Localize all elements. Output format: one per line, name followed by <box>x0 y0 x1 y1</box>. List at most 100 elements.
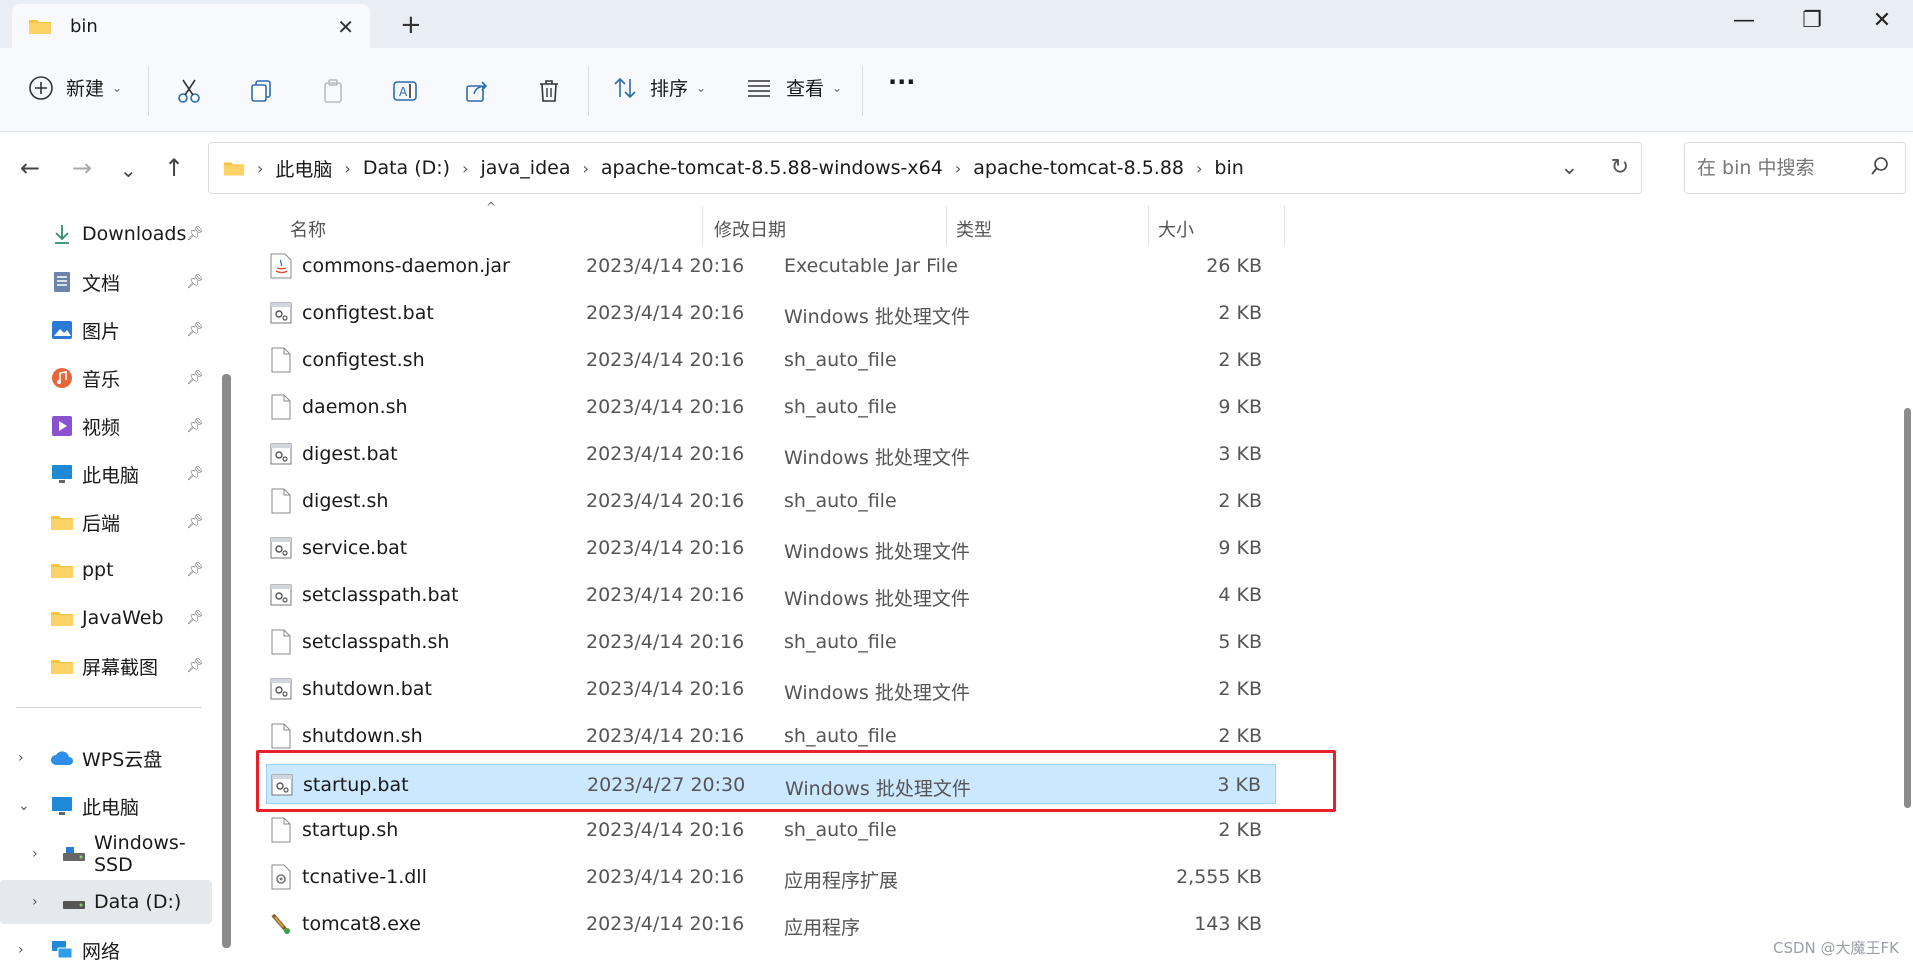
pictures-icon <box>50 319 74 341</box>
file-type: sh_auto_file <box>784 725 897 747</box>
breadcrumb-bin[interactable]: bin <box>1214 157 1243 179</box>
file-row[interactable]: digest.bat 2023/4/14 20:16 Windows 批处理文件 3 … <box>266 434 1276 474</box>
pin-icon: 📌︎ <box>186 466 204 482</box>
column-header-row: ^ 名称 修改日期 类型 大小 <box>240 200 1286 246</box>
breadcrumb-java-idea[interactable]: java_idea <box>481 157 571 179</box>
drive-icon <box>62 891 86 913</box>
file-size: 2 KB <box>1218 302 1262 324</box>
sidebar-item-music[interactable]: 音乐 📌︎ <box>0 356 212 400</box>
rename-icon[interactable]: A <box>388 74 422 108</box>
file-row[interactable]: daemon.sh 2023/4/14 20:16 sh_auto_file 9 KB <box>266 387 1276 427</box>
breadcrumb-tomcat-x64[interactable]: apache-tomcat-8.5.88-windows-x64 <box>601 157 943 179</box>
file-icon <box>270 394 292 420</box>
network-icon <box>50 939 74 961</box>
file-row[interactable]: shutdown.bat 2023/4/14 20:16 Windows 批处理文件… <box>266 669 1276 709</box>
up-button[interactable]: ↑ <box>164 154 184 182</box>
delete-icon[interactable] <box>532 74 566 108</box>
sidebar-item-downloads[interactable]: Downloads 📌︎ <box>0 212 212 256</box>
copy-icon[interactable] <box>244 74 278 108</box>
file-row[interactable]: shutdown.sh 2023/4/14 20:16 sh_auto_file 2 … <box>266 716 1276 756</box>
sidebar-item-windows-ssd[interactable]: › Windows-SSD <box>0 832 212 876</box>
sidebar-item-label: 此电脑 <box>82 796 140 819</box>
file-date: 2023/4/14 20:16 <box>586 349 745 371</box>
file-row[interactable]: setclasspath.bat 2023/4/14 20:16 Windows 批… <box>266 575 1276 615</box>
chevron-right-icon[interactable]: › <box>32 894 38 910</box>
sidebar-item-this-pc-tree[interactable]: ⌄ 此电脑 <box>0 784 212 828</box>
column-divider[interactable] <box>1284 206 1285 246</box>
column-divider[interactable] <box>946 206 947 246</box>
jar-icon <box>270 253 292 279</box>
chevron-down-icon[interactable]: ⌄ <box>18 798 30 814</box>
tab-close-icon[interactable]: ✕ <box>337 15 354 39</box>
column-size[interactable]: 大小 <box>1158 216 1194 242</box>
file-row[interactable]: configtest.bat 2023/4/14 20:16 Windows 批处理… <box>266 293 1276 333</box>
breadcrumb-this-pc[interactable]: 此电脑 <box>275 155 332 182</box>
sidebar-item-ppt[interactable]: ppt 📌︎ <box>0 548 212 592</box>
address-bar[interactable]: › 此电脑 › Data (D:) › java_idea › apache-t… <box>208 142 1642 194</box>
chevron-right-icon[interactable]: › <box>18 942 24 958</box>
file-list-scrollbar[interactable] <box>1904 408 1911 808</box>
sidebar-item-network[interactable]: › 网络 <box>0 928 212 966</box>
column-name[interactable]: 名称 <box>290 216 326 242</box>
chevron-right-icon[interactable]: › <box>32 846 38 862</box>
sidebar-item-screenshots[interactable]: 屏幕截图 📌︎ <box>0 644 212 688</box>
column-divider[interactable] <box>1148 206 1149 246</box>
new-tab-button[interactable]: + <box>400 10 422 40</box>
more-options-button[interactable]: ··· <box>888 68 915 96</box>
sidebar-item-label: ppt <box>82 559 114 581</box>
sidebar-item-videos[interactable]: 视频 📌︎ <box>0 404 212 448</box>
sidebar-item-label: 图片 <box>82 320 121 343</box>
file-row[interactable]: startup.sh 2023/4/14 20:16 sh_auto_file 2 K… <box>266 810 1276 850</box>
file-row[interactable]: commons-daemon.jar 2023/4/14 20:16 Executa… <box>266 246 1276 286</box>
forward-button[interactable]: → <box>72 154 92 182</box>
sidebar-item-javaweb[interactable]: JavaWeb 📌︎ <box>0 596 212 640</box>
sidebar-item-data-d[interactable]: › Data (D:) <box>0 880 212 924</box>
folder-icon <box>29 20 51 34</box>
chevron-down-icon: ⌄ <box>696 80 707 95</box>
minimize-button[interactable]: — <box>1724 8 1764 33</box>
add-circle-icon <box>29 75 53 100</box>
view-button[interactable]: 查看 ⌄ <box>746 74 842 101</box>
tab-bin[interactable]: bin ✕ <box>12 4 370 48</box>
file-date: 2023/4/14 20:16 <box>586 725 745 747</box>
sidebar-item-label: Windows-SSD <box>94 832 186 876</box>
column-type[interactable]: 类型 <box>956 216 992 242</box>
sidebar-item-wps-cloud[interactable]: › WPS云盘 <box>0 736 212 780</box>
close-button[interactable]: ✕ <box>1862 8 1902 33</box>
paste-icon[interactable] <box>316 74 350 108</box>
new-button[interactable]: 新建 ⌄ <box>28 74 122 101</box>
address-dropdown-icon[interactable]: ⌄ <box>1560 155 1578 180</box>
column-divider[interactable] <box>702 206 703 246</box>
drive-icon <box>62 843 86 865</box>
file-row[interactable]: tomcat8.exe 2023/4/14 20:16 应用程序 143 KB <box>266 904 1276 944</box>
breadcrumb-tomcat[interactable]: apache-tomcat-8.5.88 <box>973 157 1184 179</box>
file-name: configtest.bat <box>302 302 434 324</box>
pin-icon: 📌︎ <box>186 274 204 290</box>
cut-icon[interactable] <box>172 74 206 108</box>
recent-locations-button[interactable]: ⌄ <box>120 158 137 182</box>
file-row[interactable]: startup.bat 2023/4/27 20:30 Windows 批处理文件 3… <box>266 764 1276 804</box>
search-input[interactable] <box>1697 157 1847 179</box>
file-type: Windows 批处理文件 <box>784 541 970 563</box>
sidebar-item-this-pc[interactable]: 此电脑 📌︎ <box>0 452 212 496</box>
file-row[interactable]: tcnative-1.dll 2023/4/14 20:16 应用程序扩展 2,555… <box>266 857 1276 897</box>
maximize-button[interactable]: ❐ <box>1792 8 1832 33</box>
back-button[interactable]: ← <box>20 154 40 182</box>
file-row[interactable]: configtest.sh 2023/4/14 20:16 sh_auto_file… <box>266 340 1276 380</box>
refresh-icon[interactable]: ↻ <box>1611 155 1629 180</box>
file-row[interactable]: setclasspath.sh 2023/4/14 20:16 sh_auto_fi… <box>266 622 1276 662</box>
sort-button[interactable]: 排序 ⌄ <box>612 74 706 101</box>
sidebar-scrollbar[interactable] <box>222 374 231 948</box>
breadcrumb-data-d[interactable]: Data (D:) <box>363 157 450 179</box>
sidebar-item-backend[interactable]: 后端 📌︎ <box>0 500 212 544</box>
chevron-right-icon[interactable]: › <box>18 750 24 766</box>
file-row[interactable]: digest.sh 2023/4/14 20:16 sh_auto_file 2 KB <box>266 481 1276 521</box>
search-box[interactable] <box>1684 142 1906 194</box>
share-icon[interactable] <box>460 74 494 108</box>
sidebar-item-documents[interactable]: 文档 📌︎ <box>0 260 212 304</box>
file-row[interactable]: service.bat 2023/4/14 20:16 Windows 批处理文件 9… <box>266 528 1276 568</box>
file-type: Windows 批处理文件 <box>785 778 971 800</box>
file-size: 2 KB <box>1218 725 1262 747</box>
column-date[interactable]: 修改日期 <box>714 216 786 242</box>
sidebar-item-pictures[interactable]: 图片 📌︎ <box>0 308 212 352</box>
